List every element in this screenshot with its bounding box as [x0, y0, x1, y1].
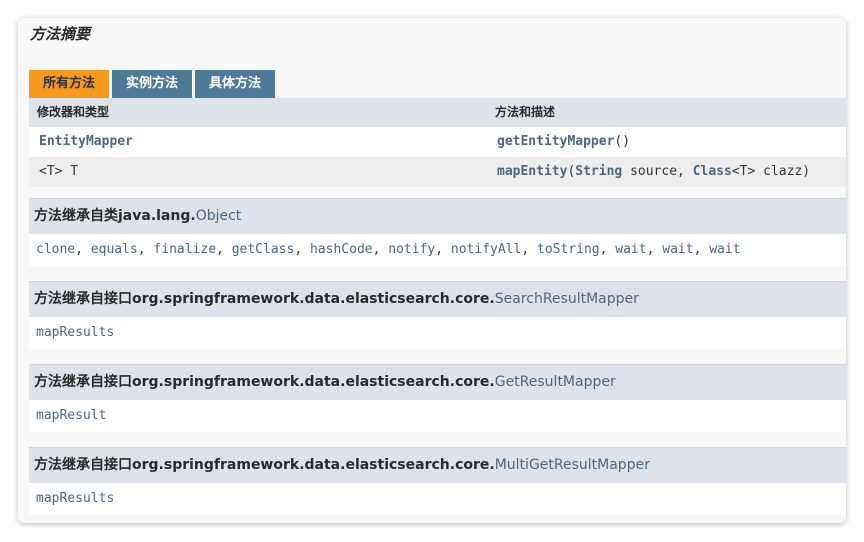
inherited-from-object: 方法继承自类java.lang.Object clone, equals, fi…	[29, 198, 846, 266]
inherited-from-search-result-mapper: 方法继承自接口org.springframework.data.elastics…	[29, 281, 846, 349]
inherited-method-link[interactable]: mapResult	[36, 408, 106, 423]
inherited-method-link[interactable]: wait	[615, 242, 646, 257]
string-type-link[interactable]: String	[575, 164, 622, 179]
inherited-prefix: 方法继承自接口org.springframework.data.elastics…	[34, 457, 495, 473]
get-result-mapper-link[interactable]: GetResultMapper	[495, 374, 616, 390]
inherited-method-list: mapResults	[29, 483, 846, 515]
inherited-method-link[interactable]: equals	[91, 242, 138, 257]
inherited-from-multi-get-result-mapper: 方法继承自接口org.springframework.data.elastics…	[29, 447, 846, 515]
multi-get-result-mapper-link[interactable]: MultiGetResultMapper	[495, 457, 650, 473]
table-row: EntityMapper getEntityMapper()	[29, 127, 846, 157]
inherited-method-link[interactable]: notifyAll	[451, 242, 521, 257]
class-type-link[interactable]: Class	[693, 164, 732, 179]
entitymapper-type-link[interactable]: EntityMapper	[39, 134, 133, 149]
separator: ,	[646, 242, 663, 257]
map-entity-link[interactable]: mapEntity	[497, 164, 567, 179]
object-class-link[interactable]: Object	[196, 208, 242, 224]
inherited-method-list: mapResults	[29, 317, 846, 349]
inherited-method-link[interactable]: wait	[709, 242, 740, 257]
tab-concrete-methods[interactable]: 具体方法	[195, 70, 275, 98]
return-type: <T> T	[39, 164, 79, 179]
inherited-method-link[interactable]: toString	[537, 242, 600, 257]
separator: ,	[435, 242, 451, 257]
method-signature: ()	[614, 134, 631, 149]
tab-instance-methods[interactable]: 实例方法	[112, 70, 192, 98]
param-clazz: <T> clazz)	[731, 164, 811, 179]
column-header-modifier-type: 修改器和类型	[37, 105, 110, 119]
separator: ,	[693, 242, 710, 257]
separator: ,	[137, 242, 154, 257]
inherited-heading: 方法继承自接口org.springframework.data.elastics…	[29, 281, 846, 317]
inherited-method-link[interactable]: getClass	[232, 242, 295, 257]
table-header-row: 修改器和类型 方法和描述	[29, 98, 846, 127]
inherited-method-link[interactable]: mapResults	[36, 325, 114, 340]
summary-title: 方法摘要	[30, 25, 91, 43]
inherited-method-link[interactable]: notify	[388, 242, 435, 257]
separator: ,	[599, 242, 616, 257]
inherited-heading: 方法继承自接口org.springframework.data.elastics…	[29, 447, 846, 483]
method-summary-panel: 方法摘要 所有方法 实例方法 具体方法 修改器和类型 方法和描述 EntityM…	[18, 18, 846, 523]
inherited-from-get-result-mapper: 方法继承自接口org.springframework.data.elastics…	[29, 364, 846, 432]
table-row: <T> T mapEntity(String source, Class<T> …	[29, 157, 846, 187]
inherited-method-list: clone, equals, finalize, getClass, hashC…	[29, 234, 846, 266]
inherited-method-link[interactable]: finalize	[153, 242, 216, 257]
inherited-method-link[interactable]: clone	[36, 242, 75, 257]
separator: ,	[521, 242, 537, 257]
tab-all-methods[interactable]: 所有方法	[29, 70, 109, 98]
inherited-method-link[interactable]: wait	[662, 242, 693, 257]
inherited-heading: 方法继承自接口org.springframework.data.elastics…	[29, 364, 846, 400]
column-header-method-description: 方法和描述	[495, 105, 556, 119]
inherited-method-link[interactable]: mapResults	[36, 491, 114, 506]
inherited-prefix: 方法继承自类java.lang.	[34, 208, 196, 224]
param-source: source,	[622, 164, 693, 179]
separator: ,	[294, 242, 310, 257]
separator: ,	[372, 242, 389, 257]
inherited-method-link[interactable]: hashCode	[310, 242, 373, 257]
inherited-heading: 方法继承自类java.lang.Object	[29, 198, 846, 234]
inherited-method-list: mapResult	[29, 400, 846, 432]
separator: ,	[216, 242, 232, 257]
inherited-prefix: 方法继承自接口org.springframework.data.elastics…	[34, 291, 495, 307]
search-result-mapper-link[interactable]: SearchResultMapper	[495, 291, 639, 307]
get-entity-mapper-link[interactable]: getEntityMapper	[497, 134, 614, 149]
separator: ,	[75, 242, 91, 257]
inherited-prefix: 方法继承自接口org.springframework.data.elastics…	[34, 374, 495, 390]
